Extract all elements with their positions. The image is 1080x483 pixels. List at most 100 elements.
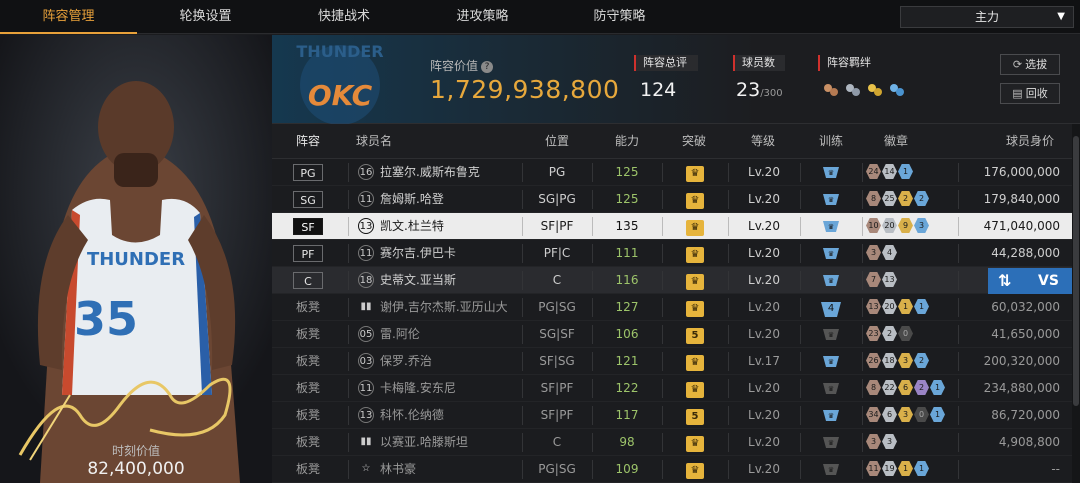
slot-cell[interactable]: 板凳	[272, 456, 344, 483]
badge-silver-icon[interactable]: 6	[882, 407, 897, 422]
badge-silver-icon[interactable]: 2	[882, 326, 897, 341]
col-salary[interactable]: 球员身价	[980, 124, 1080, 159]
table-row[interactable]: 板凳 03 保罗.乔治 SF|SG 121 ♛ Lv.17 ♛ 26 18 3 2 200,320,00…	[272, 348, 1072, 375]
select-button[interactable]: ⟳ 选拔	[1000, 54, 1060, 75]
player-name[interactable]: 詹姆斯.哈登	[380, 186, 444, 213]
badge-dark-icon[interactable]: 0	[914, 407, 929, 422]
training-icon[interactable]: ♛	[821, 381, 841, 396]
badge-gold-icon[interactable]: 2	[898, 191, 913, 206]
badge-blue-icon[interactable]: 1	[914, 461, 929, 476]
player-name[interactable]: 凯文.杜兰特	[380, 213, 444, 240]
slot-cell[interactable]: SF	[272, 213, 344, 240]
training-icon[interactable]: ♛	[821, 462, 841, 477]
breakthrough-cell[interactable]: ♛	[662, 456, 728, 483]
lineup-select[interactable]: 主力 ▼	[900, 6, 1074, 28]
badge-bronze-icon[interactable]: 10	[866, 218, 881, 233]
badge-gold-icon[interactable]: 9	[898, 218, 913, 233]
training-cell[interactable]: ♛	[800, 375, 862, 402]
vs-compare-button[interactable]: ⇅ VS	[988, 268, 1072, 294]
badge-gold-icon[interactable]: 1	[898, 461, 913, 476]
player-name[interactable]: 科怀.伦纳德	[380, 402, 444, 429]
training-icon[interactable]: ♛	[821, 327, 841, 342]
breakthrough-cell[interactable]: ♛	[662, 375, 728, 402]
training-level[interactable]: 4	[821, 302, 841, 317]
player-name[interactable]: 卡梅隆.安东尼	[380, 375, 456, 402]
badge-blue-icon[interactable]: 1	[898, 164, 913, 179]
breakthrough-cell[interactable]: ♛	[662, 159, 728, 186]
recycle-button[interactable]: ▤ 回收	[1000, 83, 1060, 104]
badge-silver-icon[interactable]: 4	[882, 245, 897, 260]
table-row[interactable]: C 18 史蒂文.亚当斯 C 116 ♛ Lv.20 ♛ 7 13	[272, 267, 1072, 294]
badge-bronze-icon[interactable]: 3	[866, 434, 881, 449]
table-row[interactable]: 板凳 13 科怀.伦纳德 SF|PF 117 5 Lv.20 ♛ 34 6 3 0 1 86,720,00…	[272, 402, 1072, 429]
training-cell[interactable]: ♛	[800, 402, 862, 429]
badge-blue-icon[interactable]: 1	[930, 407, 945, 422]
badge-dark-icon[interactable]: 0	[898, 326, 913, 341]
col-training[interactable]: 训练	[800, 124, 862, 159]
table-row[interactable]: 板凳 ▮▮ 以赛亚.哈滕斯坦 C 98 ♛ Lv.20 ♛ 3 3 4,908,800	[272, 429, 1072, 456]
badge-gold-icon[interactable]: 3	[898, 407, 913, 422]
badge-gold-icon[interactable]: 1	[898, 299, 913, 314]
slot-cell[interactable]: 板凳	[272, 429, 344, 456]
training-icon[interactable]: ♛	[821, 165, 841, 180]
badge-silver-icon[interactable]: 20	[882, 299, 897, 314]
badge-blue-icon[interactable]: 1	[930, 380, 945, 395]
badge-bronze-icon[interactable]: 34	[866, 407, 881, 422]
player-name[interactable]: 拉塞尔.威斯布鲁克	[380, 159, 480, 186]
slot-cell[interactable]: PF	[272, 240, 344, 267]
badge-blue-icon[interactable]: 2	[914, 353, 929, 368]
player-name[interactable]: 赛尔吉.伊巴卡	[380, 240, 456, 267]
breakthrough-cell[interactable]: ♛	[662, 186, 728, 213]
col-badges[interactable]: 徽章	[866, 124, 926, 159]
breakthrough-cell[interactable]: ♛	[662, 240, 728, 267]
badge-silver-icon[interactable]: 14	[882, 164, 897, 179]
badge-silver-icon[interactable]: 19	[882, 461, 897, 476]
slot-cell[interactable]: PG	[272, 159, 344, 186]
badge-bronze-icon[interactable]: 8	[866, 380, 881, 395]
breakthrough-cell[interactable]: ♛	[662, 267, 728, 294]
badge-purple-icon[interactable]: 2	[914, 380, 929, 395]
badge-bronze-icon[interactable]: 8	[866, 191, 881, 206]
training-icon[interactable]: ♛	[821, 219, 841, 234]
training-icon[interactable]: ♛	[821, 354, 841, 369]
badge-silver-icon[interactable]: 13	[882, 272, 897, 287]
badge-bronze-icon[interactable]: 3	[866, 245, 881, 260]
table-row[interactable]: PG 16 拉塞尔.威斯布鲁克 PG 125 ♛ Lv.20 ♛ 24 14 1 176,000,00…	[272, 159, 1072, 186]
training-icon[interactable]: ♛	[821, 435, 841, 450]
training-cell[interactable]: ♛	[800, 429, 862, 456]
badge-blue-icon[interactable]: 3	[914, 218, 929, 233]
table-row[interactable]: SG 11 詹姆斯.哈登 SG|PG 125 ♛ Lv.20 ♛ 8 25 2 2 179,840,00…	[272, 186, 1072, 213]
training-cell[interactable]: ♛	[800, 321, 862, 348]
badge-bronze-icon[interactable]: 23	[866, 326, 881, 341]
col-ability[interactable]: 能力	[592, 124, 662, 159]
slot-cell[interactable]: 板凳	[272, 348, 344, 375]
col-name[interactable]: 球员名	[354, 124, 394, 159]
col-slot[interactable]: 阵容	[272, 124, 344, 159]
slot-cell[interactable]: SG	[272, 186, 344, 213]
badge-bronze-icon[interactable]: 13	[866, 299, 881, 314]
tab-offense-strategy[interactable]: 进攻策略	[414, 0, 551, 34]
table-row[interactable]: 板凳 ☆ 林书豪 PG|SG 109 ♛ Lv.20 ♛ 11 19 1 1 --	[272, 456, 1072, 483]
training-cell[interactable]: 4	[800, 294, 862, 321]
col-breakthrough[interactable]: 突破	[662, 124, 726, 159]
training-cell[interactable]: ♛	[800, 213, 862, 240]
col-position[interactable]: 位置	[522, 124, 592, 159]
chemistry-bronze-icon[interactable]	[822, 81, 840, 99]
badge-silver-icon[interactable]: 20	[882, 218, 897, 233]
tab-defense-strategy[interactable]: 防守策略	[551, 0, 688, 34]
badge-bronze-icon[interactable]: 7	[866, 272, 881, 287]
badge-silver-icon[interactable]: 3	[882, 434, 897, 449]
badge-gold-icon[interactable]: 3	[898, 353, 913, 368]
table-row[interactable]: 板凳 11 卡梅隆.安东尼 SF|PF 122 ♛ Lv.20 ♛ 8 22 6 2 1 234,880,…	[272, 375, 1072, 402]
player-name[interactable]: 史蒂文.亚当斯	[380, 267, 456, 294]
player-name[interactable]: 谢伊.吉尔杰斯.亚历山大	[380, 294, 508, 321]
scrollbar-thumb[interactable]	[1073, 136, 1079, 406]
breakthrough-cell[interactable]: ♛	[662, 294, 728, 321]
tab-quick-tactics[interactable]: 快捷战术	[274, 0, 414, 34]
chemistry-gold-icon[interactable]	[866, 81, 884, 99]
tab-lineup-management[interactable]: 阵容管理	[0, 0, 137, 34]
badge-bronze-icon[interactable]: 26	[866, 353, 881, 368]
col-level[interactable]: 等级	[728, 124, 798, 159]
training-icon[interactable]: ♛	[821, 273, 841, 288]
table-row[interactable]: 板凳 ▮▮ 谢伊.吉尔杰斯.亚历山大 PG|SG 127 ♛ Lv.20 4 13 20 1 1 60,…	[272, 294, 1072, 321]
